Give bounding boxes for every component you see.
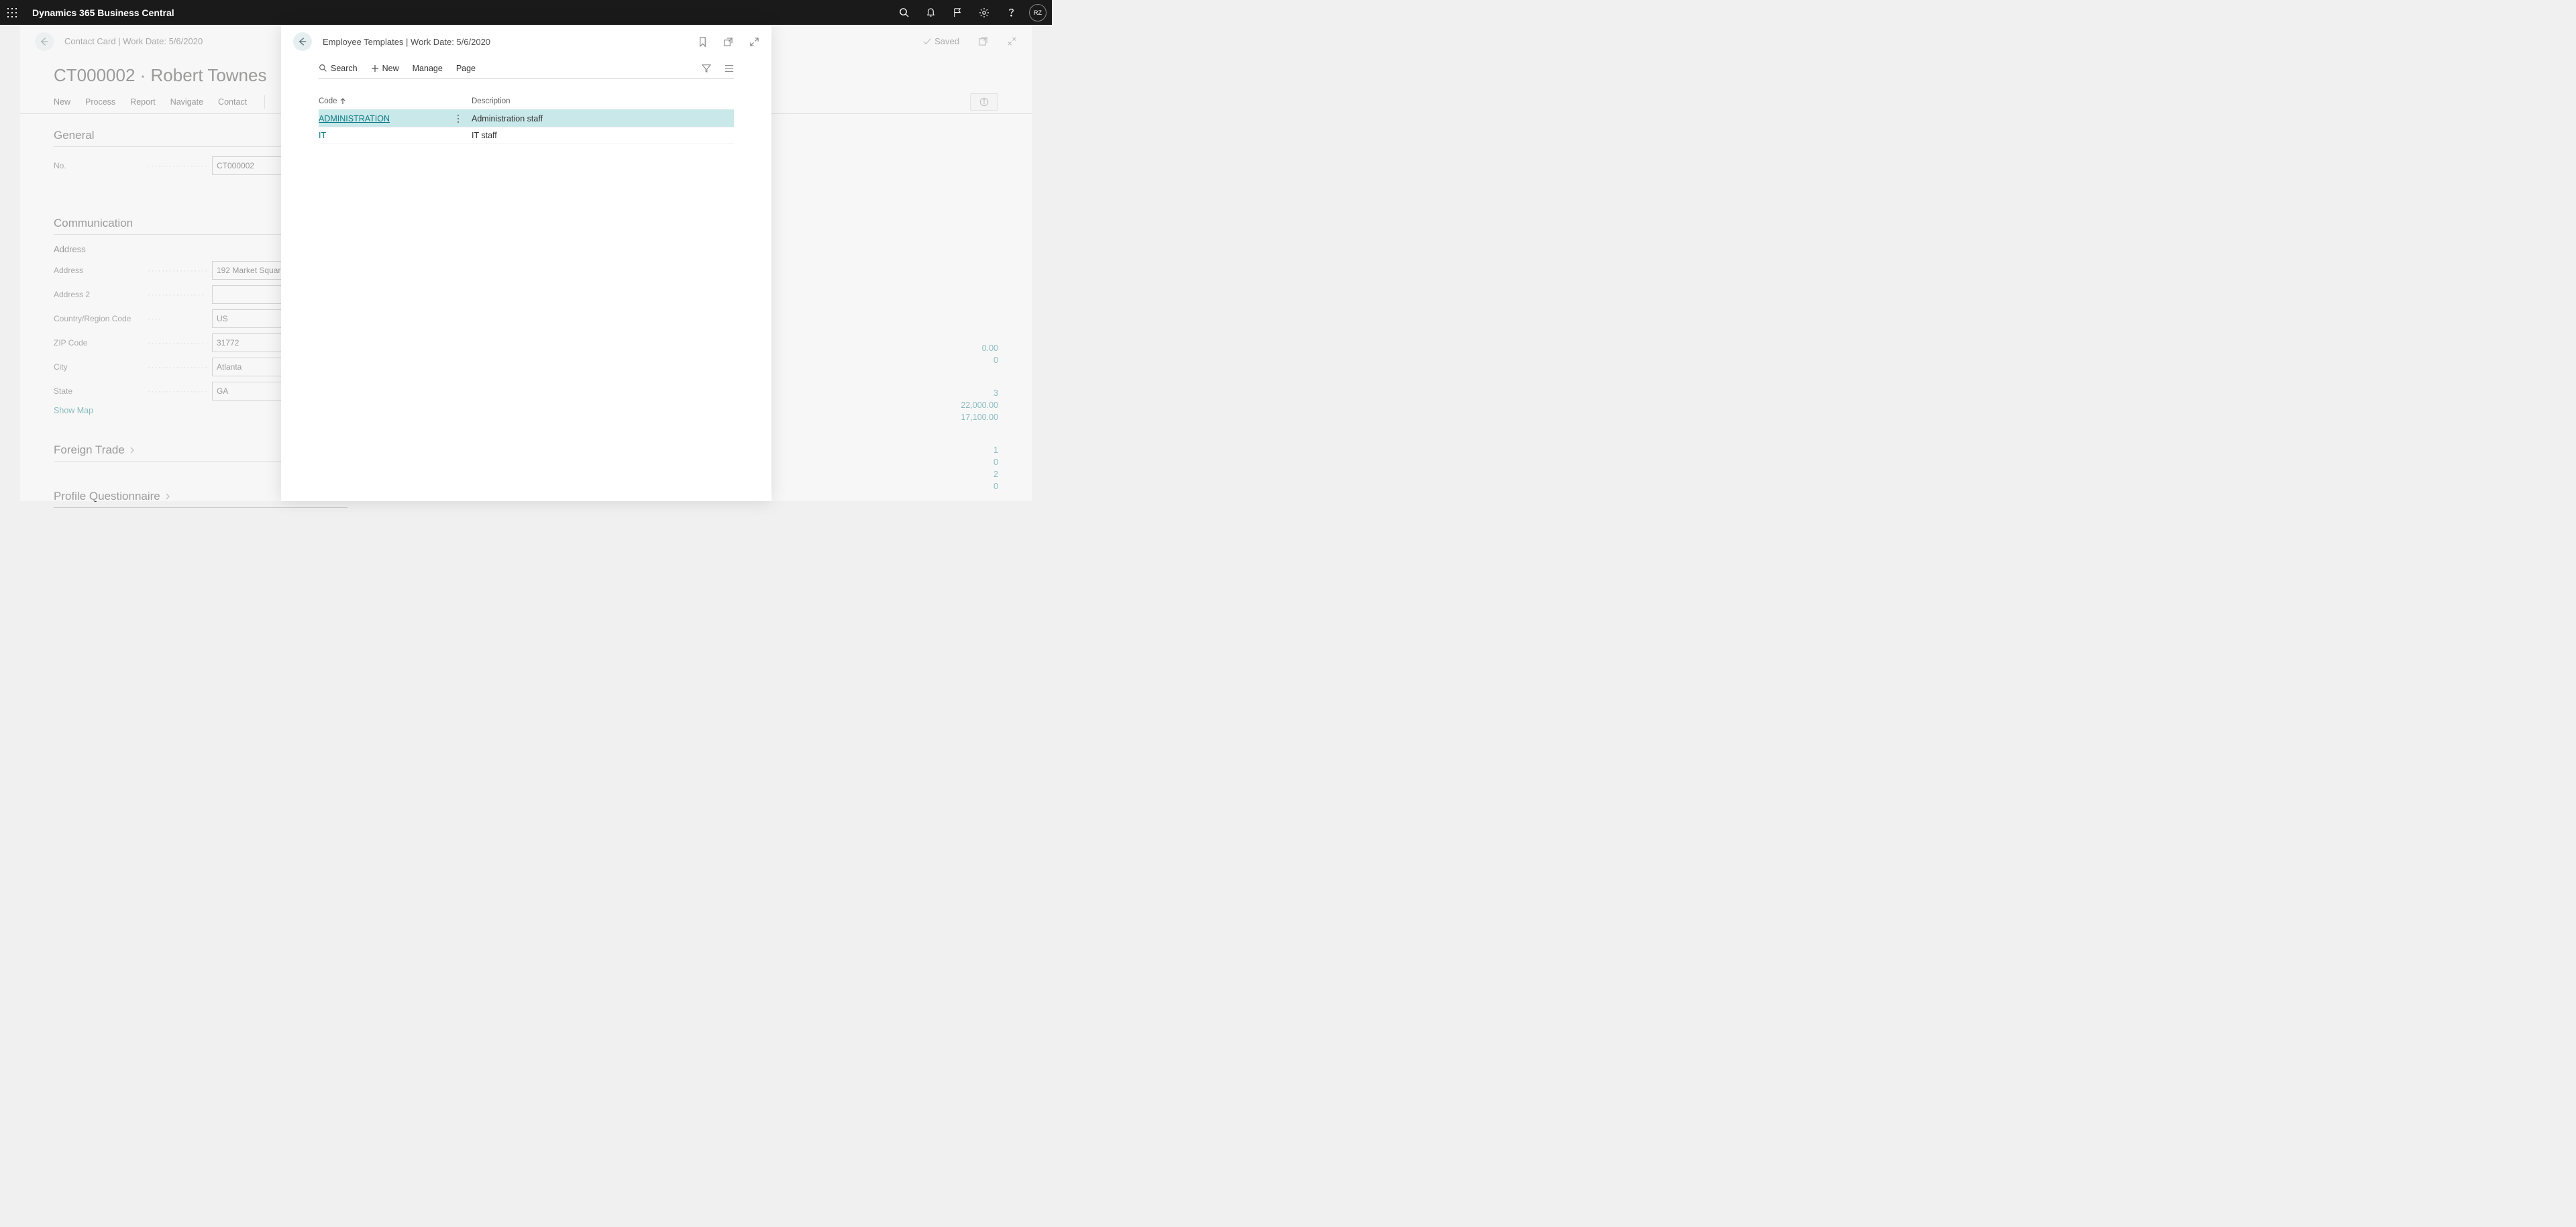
flag-icon[interactable] [945,0,970,25]
table-row[interactable]: ADMINISTRATION Administration staff [319,109,734,127]
row-code-link[interactable]: ADMINISTRATION [319,114,390,123]
new-action[interactable]: New [371,64,399,73]
row-desc: IT staff [472,131,734,140]
bookmark-icon[interactable] [698,37,707,47]
search-icon[interactable] [891,0,916,25]
table-row[interactable]: IT IT staff [319,127,734,144]
col-code[interactable]: Code [319,97,472,105]
app-launcher-icon[interactable] [5,6,19,19]
filter-icon[interactable] [702,64,711,73]
dialog-back-button[interactable] [293,32,312,51]
expand-icon[interactable] [749,37,759,47]
manage-action[interactable]: Manage [413,64,443,73]
popout-icon[interactable] [723,37,733,47]
row-code-link[interactable]: IT [319,131,326,140]
gear-icon[interactable] [971,0,997,25]
bell-icon[interactable] [918,0,943,25]
page-action[interactable]: Page [456,64,476,73]
help-icon[interactable] [998,0,1024,25]
col-description[interactable]: Description [472,97,734,105]
employee-templates-dialog: Employee Templates | Work Date: 5/6/2020… [281,25,771,501]
dialog-breadcrumb: Employee Templates | Work Date: 5/6/2020 [323,37,490,47]
brand-label: Dynamics 365 Business Central [32,7,174,18]
row-desc: Administration staff [472,114,734,123]
search-action[interactable]: Search [319,64,358,73]
list-view-icon[interactable] [724,64,734,73]
row-menu-icon[interactable] [457,114,460,123]
user-avatar[interactable]: RZ [1029,4,1046,21]
